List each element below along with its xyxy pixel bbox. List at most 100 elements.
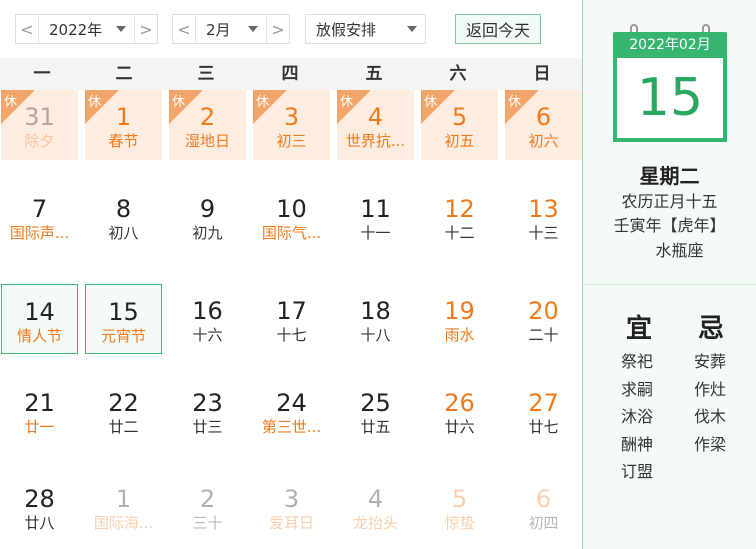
weekday-label: 二 [115,64,133,84]
day-number: 19 [444,297,475,325]
day-cell[interactable]: 16 十六 [169,284,246,354]
day-cell[interactable]: 27 廿七 [505,376,582,446]
weekday-label: 三 [197,64,215,84]
weekday-label: 四 [281,64,299,84]
day-cell[interactable]: 休 5 初五 [421,90,498,160]
month-next-button[interactable]: > [266,15,289,43]
chevron-down-icon [407,26,417,32]
weekday-label: 日 [533,64,551,84]
day-cell[interactable]: 23 廿三 [169,376,246,446]
day-cell[interactable]: 24 第三世... [253,376,330,446]
lunar-label: 惊蛰 [444,514,475,532]
day-cell[interactable]: 3 爱耳日 [253,472,330,542]
lunar-label: 廿一 [24,418,55,436]
chevron-down-icon [248,26,258,32]
day-cell[interactable]: 26 廿六 [421,376,498,446]
day-cell[interactable]: 9 初九 [169,182,246,252]
day-cell[interactable]: 19 雨水 [421,284,498,354]
day-number: 2 [199,485,216,513]
lunar-label: 十三 [528,224,559,242]
lunar-label: 雨水 [444,326,475,344]
day-cell[interactable]: 14 情人节 [1,284,78,354]
day-number: 17 [276,297,307,325]
yi-item: 订盟 [620,462,653,481]
month-selector: < 2月 > [172,14,290,44]
day-number: 21 [24,389,55,417]
day-number: 1 [115,103,132,131]
lunar-label: 十一 [360,224,391,242]
date-detail-panel: 2022年02月 15 星期二 农历正月十五 壬寅年【虎年】 水瓶座 宜 忌 祭… [582,0,756,549]
lunar-label: 十六 [192,326,223,344]
chevron-down-icon [116,26,126,32]
today-button[interactable]: 返回今天 [455,14,541,44]
day-number: 9 [199,195,216,223]
year-prev-button[interactable]: < [16,15,39,43]
day-cell[interactable]: 10 国际气... [253,182,330,252]
day-number: 5 [451,485,468,513]
day-cell[interactable]: 休 4 世界抗... [337,90,414,160]
year-next-button[interactable]: > [134,15,157,43]
ganzhi-year: 壬寅年【虎年】 [613,216,726,235]
day-number: 6 [535,103,552,131]
day-number: 1 [115,485,132,513]
day-cell[interactable]: 8 初八 [85,182,162,252]
lunar-label: 世界抗... [345,132,406,150]
day-cell[interactable]: 休 1 春节 [85,90,162,160]
yi-item: 沐浴 [620,407,653,426]
day-cell[interactable]: 7 国际声... [1,182,78,252]
lunar-label: 廿七 [528,418,559,436]
ji-item: 伐木 [693,407,726,426]
lunar-label: 初四 [528,514,559,532]
day-cell[interactable]: 21 廿一 [1,376,78,446]
day-number: 28 [24,485,55,513]
lunar-label: 国际声... [9,224,70,242]
yi-item: 祭祀 [620,352,653,371]
day-number: 25 [360,389,391,417]
year-value: 2022年 [49,20,103,39]
ji-list: 安葬 作灶 伐木 作梁 [680,348,740,458]
day-cell[interactable]: 20 二十 [505,284,582,354]
day-cell[interactable]: 6 初四 [505,472,582,542]
holiday-dropdown[interactable]: 放假安排 [305,14,426,44]
day-cell[interactable]: 17 十七 [253,284,330,354]
lunar-label: 十八 [360,326,391,344]
day-number: 11 [360,195,391,223]
day-number: 3 [283,485,300,513]
day-cell[interactable]: 2 三十 [169,472,246,542]
day-number: 13 [528,195,559,223]
day-cell[interactable]: 15 元宵节 [85,284,162,354]
holiday-select-value: 放假安排 [316,20,377,39]
day-cell[interactable]: 13 十三 [505,182,582,252]
day-number: 26 [444,389,475,417]
lunar-label: 廿五 [360,418,391,436]
day-number: 6 [535,485,552,513]
day-number: 7 [31,195,48,223]
day-cell[interactable]: 5 惊蛰 [421,472,498,542]
day-number: 15 [108,298,139,326]
ji-item: 作灶 [693,379,726,399]
lunar-label: 廿六 [444,418,475,436]
yi-item: 酬神 [620,434,653,454]
day-cell[interactable]: 休 31 除夕 [1,90,78,160]
day-cell[interactable]: 11 十一 [337,182,414,252]
day-number: 12 [444,195,475,223]
lunar-label: 廿三 [192,418,223,436]
day-cell[interactable]: 休 2 湿地日 [169,90,246,160]
day-number: 2 [199,103,216,131]
day-cell[interactable]: 休 3 初三 [253,90,330,160]
day-cell[interactable]: 28 廿八 [1,472,78,542]
day-cell[interactable]: 1 国际海... [85,472,162,542]
month-prev-button[interactable]: < [173,15,196,43]
day-cell[interactable]: 22 廿二 [85,376,162,446]
day-cell[interactable]: 18 十八 [337,284,414,354]
day-cell[interactable]: 休 6 初六 [505,90,582,160]
ji-title: 忌 [697,314,724,344]
day-cell[interactable]: 25 廿五 [337,376,414,446]
lunar-label: 国际海... [93,514,154,532]
year-dropdown[interactable]: 2022年 [39,19,134,40]
lunar-label: 二十 [528,326,559,344]
lunar-label: 除夕 [24,132,55,150]
month-dropdown[interactable]: 2月 [196,19,266,40]
day-cell[interactable]: 12 十二 [421,182,498,252]
day-cell[interactable]: 4 龙抬头 [337,472,414,542]
